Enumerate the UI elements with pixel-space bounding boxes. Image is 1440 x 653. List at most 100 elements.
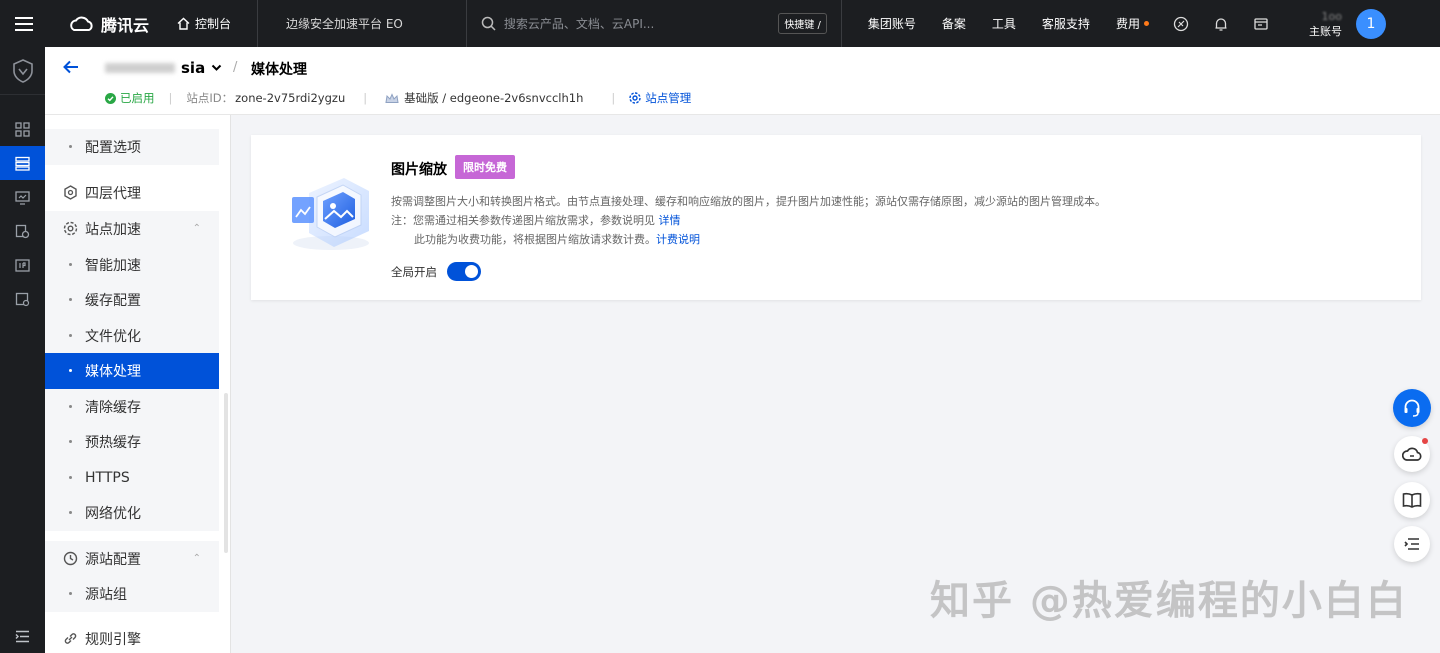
divider: |	[363, 91, 368, 105]
product-logo-icon[interactable]	[0, 47, 45, 95]
sidebar-item-label: 站点加速	[85, 222, 141, 238]
sidebar-item-site-acceleration[interactable]: 站点加速 ⌃	[45, 211, 219, 247]
console-label: 控制台	[195, 17, 232, 31]
desc-note: 注：您需通过相关参数传递图片缩放需求，参数说明见	[391, 214, 655, 227]
menu-icon[interactable]	[0, 0, 47, 47]
sidebar-item-origin-group[interactable]: 源站组	[45, 576, 219, 612]
chevron-up-icon[interactable]: ⌃	[193, 223, 201, 234]
global-enable-toggle[interactable]	[447, 262, 481, 281]
bullet	[69, 476, 72, 479]
bullet	[69, 263, 72, 266]
collapse-menu-icon[interactable]	[0, 630, 45, 643]
desc-line-2: 注：您需通过相关参数传递图片缩放需求，参数说明见 详情	[391, 211, 1106, 230]
api-icon[interactable]	[1173, 16, 1189, 32]
status-badge: 已启用	[105, 90, 155, 106]
bullet	[69, 405, 72, 408]
site-id-label: 站点ID：	[186, 91, 234, 105]
avatar[interactable]: 1	[1355, 8, 1386, 39]
search-placeholder[interactable]: 搜索云产品、文档、云API...	[504, 15, 778, 32]
account-role: 主账号	[1308, 24, 1342, 38]
home-icon	[177, 17, 190, 30]
sidebar-item-label: 规则引擎	[85, 632, 141, 648]
rail-ip-icon[interactable]	[0, 248, 45, 282]
sidebar-item-label: 缓存配置	[85, 293, 141, 309]
link-icon	[64, 633, 77, 644]
rail-overview-icon[interactable]	[0, 112, 45, 146]
site-selector[interactable]: sia	[105, 59, 222, 77]
product-name[interactable]: 边缘安全加速平台 EO	[286, 15, 403, 32]
sidebar-item-prefetch-cache[interactable]: 预热缓存	[45, 424, 219, 460]
customer-service-button[interactable]	[1393, 389, 1431, 427]
console-link[interactable]: 控制台	[177, 15, 231, 32]
tools-link[interactable]: 工具	[992, 15, 1016, 32]
brand-logo[interactable]: 腾讯云	[69, 12, 149, 36]
billing-link[interactable]: 费用	[1116, 15, 1149, 32]
card-title: 图片缩放	[391, 162, 447, 178]
sidebar-item-label: 配置选项	[85, 140, 141, 156]
bullet	[69, 511, 72, 514]
sidebar-item-label: 文件优化	[85, 329, 141, 345]
icp-filing-link[interactable]: 备案	[942, 15, 966, 32]
sidebar-item-https[interactable]: HTTPS	[45, 460, 219, 496]
feature-sidebar: 配置选项 四层代理 站点加速 ⌃ 智能加速 缓存配置 文件优化 媒体处理 清除缓…	[45, 115, 231, 653]
site-manage-link[interactable]: 站点管理	[629, 90, 691, 106]
notification-dot	[1143, 21, 1149, 26]
sidebar-item-label: 源站组	[85, 587, 127, 603]
shortcut-hint: 快捷键 /	[778, 13, 827, 34]
feedback-list-button[interactable]	[1394, 526, 1430, 562]
search-icon	[481, 16, 496, 31]
gear-icon	[629, 92, 641, 104]
history-icon	[63, 551, 78, 566]
details-link[interactable]: 详情	[659, 214, 681, 227]
bell-icon[interactable]	[1213, 16, 1229, 32]
chevron-down-icon	[211, 64, 222, 71]
book-icon	[1402, 492, 1422, 508]
sidebar-item-file-optimization[interactable]: 文件优化	[45, 318, 219, 354]
sidebar-item-purge-cache[interactable]: 清除缓存	[45, 389, 219, 425]
sidebar-item-cache-config[interactable]: 缓存配置	[45, 282, 219, 318]
status-text: 已启用	[120, 91, 155, 105]
sidebar-scrollbar[interactable]	[224, 393, 228, 553]
sidebar-item-l4-proxy[interactable]: 四层代理	[45, 175, 219, 211]
rail-monitor-icon[interactable]	[0, 180, 45, 214]
sidebar-item-label: 清除缓存	[85, 400, 141, 416]
sidebar-item-media-processing[interactable]: 媒体处理	[45, 353, 219, 389]
cloud-assistant-button[interactable]	[1394, 436, 1430, 472]
chevron-up-icon[interactable]: ⌃	[193, 553, 201, 564]
plan-info: 基础版 / edgeone-2v6snvcclh1h	[404, 91, 584, 105]
support-link[interactable]: 客服支持	[1042, 15, 1090, 32]
sidebar-item-rule-engine[interactable]: 规则引擎	[45, 621, 219, 653]
divider: |	[168, 91, 173, 105]
sidebar-item-origin-config[interactable]: 源站配置 ⌃	[45, 541, 219, 577]
rail-settings-icon[interactable]	[0, 282, 45, 316]
sidebar-item-label: 预热缓存	[85, 435, 141, 451]
account-info[interactable]: 1oo 主账号	[1309, 9, 1342, 39]
global-enable-row: 全局开启	[391, 262, 481, 281]
masked-domain	[105, 63, 175, 73]
desc-billing: 此功能为收费功能，将根据图片缩放请求数计费。	[414, 233, 656, 246]
site-name-suffix: sia	[181, 59, 206, 77]
rail-site-list-icon[interactable]	[0, 146, 45, 180]
sidebar-item-label: 网络优化	[85, 506, 141, 522]
back-arrow-icon[interactable]	[63, 60, 79, 78]
docs-button[interactable]	[1394, 482, 1430, 518]
notification-dot	[1422, 438, 1428, 444]
sidebar-item-label: HTTPS	[85, 470, 130, 486]
sidebar-item-network-optimization[interactable]: 网络优化	[45, 495, 219, 531]
bullet	[69, 145, 72, 148]
bullet	[69, 298, 72, 301]
sidebar-item-config-options[interactable]: 配置选项	[45, 129, 219, 165]
divider: |	[611, 91, 616, 105]
bullet	[69, 592, 72, 595]
message-icon[interactable]	[1253, 16, 1269, 32]
bullet	[69, 369, 72, 372]
billing-doc-link[interactable]: 计费说明	[656, 233, 700, 246]
rail-security-icon[interactable]	[0, 214, 45, 248]
global-search[interactable]: 搜索云产品、文档、云API... 快捷键 /	[467, 0, 841, 47]
group-account-link[interactable]: 集团账号	[868, 15, 916, 32]
bullet	[69, 440, 72, 443]
top-navbar: 腾讯云 控制台 边缘安全加速平台 EO 搜索云产品、文档、云API... 快捷键…	[0, 0, 1440, 47]
cloud-icon	[1402, 447, 1422, 461]
page-title: 媒体处理	[251, 62, 307, 78]
sidebar-item-smart-acceleration[interactable]: 智能加速	[45, 247, 219, 283]
